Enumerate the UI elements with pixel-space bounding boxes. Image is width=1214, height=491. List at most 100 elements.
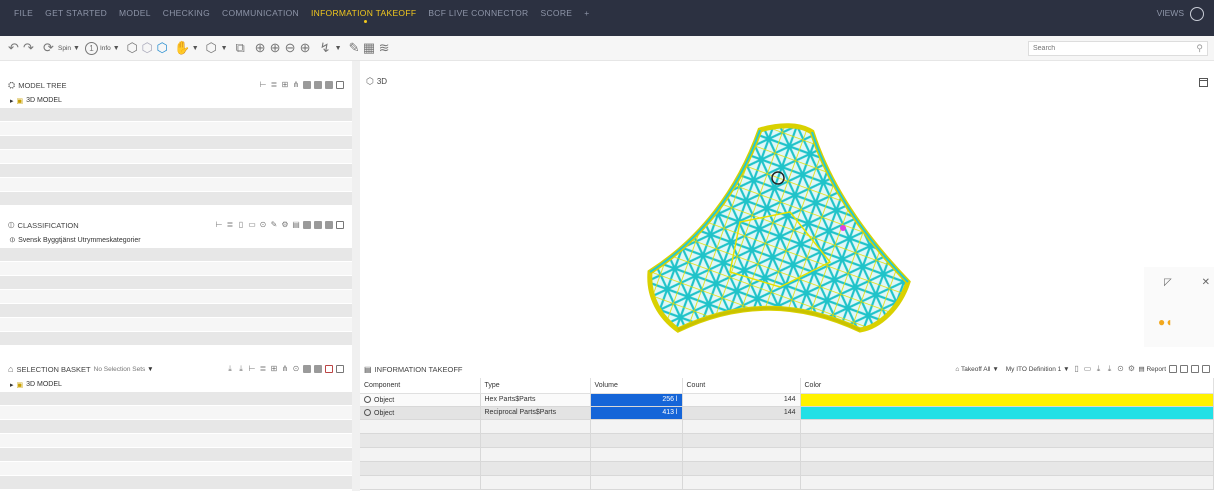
tree-list-icon[interactable]: ≣: [270, 81, 278, 89]
new-file-icon[interactable]: ▯: [237, 221, 245, 229]
menu-file[interactable]: FILE: [14, 0, 33, 31]
table-row[interactable]: Object Hex Parts$Parts 256 l 144: [360, 393, 1214, 407]
walk-camera-icon[interactable]: ●◖: [1158, 315, 1173, 329]
clear-icon[interactable]: [325, 365, 333, 373]
search-input[interactable]: [1033, 45, 1183, 52]
definition-dropdown[interactable]: My ITO Definition 1 ▼: [1006, 366, 1070, 373]
menu-communication[interactable]: COMMUNICATION: [222, 0, 299, 31]
3d-view[interactable]: ⬡ 3D ◸ ✕ ●◖: [360, 72, 1214, 352]
paint-icon[interactable]: ✎: [270, 221, 278, 229]
document-icon[interactable]: ▤: [292, 221, 300, 229]
menu-get-started[interactable]: GET STARTED: [45, 0, 107, 31]
tree-expand-icon[interactable]: ⊢: [248, 365, 256, 373]
target-icon[interactable]: ⊙: [259, 221, 267, 229]
tree-filter-icon[interactable]: ⊞: [281, 81, 289, 89]
undo-icon[interactable]: ↶: [6, 40, 21, 56]
row-radio[interactable]: [364, 408, 371, 416]
new-file-icon[interactable]: ▯: [1073, 365, 1081, 373]
zoom-window-icon[interactable]: ⊕: [298, 40, 313, 56]
column-header-type[interactable]: Type: [480, 378, 591, 394]
color-cell[interactable]: [800, 406, 1214, 420]
views-icon[interactable]: [1190, 7, 1204, 21]
chevron-down-icon[interactable]: ▼: [192, 45, 199, 52]
cube-select-icon[interactable]: ⬡: [155, 40, 170, 56]
menu-information-takeoff[interactable]: INFORMATION TAKEOFF: [311, 0, 416, 31]
takeoff-all-button[interactable]: ⌂ Takeoff All ▼: [955, 366, 998, 373]
expand-arrow-icon[interactable]: ▸: [10, 97, 14, 105]
maximize-icon[interactable]: [1202, 365, 1210, 373]
expand-arrow-icon[interactable]: ▸: [10, 381, 14, 389]
report-button[interactable]: ▤ Report: [1139, 365, 1166, 373]
classification-action-icon[interactable]: [325, 221, 333, 229]
column-header-count[interactable]: Count: [682, 378, 801, 394]
settings-icon[interactable]: ⚙: [281, 221, 289, 229]
menu-model[interactable]: MODEL: [119, 0, 151, 31]
takeoff-action-icon[interactable]: [1180, 365, 1188, 373]
export-icon[interactable]: ⤓: [237, 365, 245, 373]
panel-divider[interactable]: [352, 61, 360, 491]
menu-score[interactable]: SCORE: [541, 0, 573, 31]
zoom-in-icon[interactable]: ⊕: [268, 40, 283, 56]
tree-action-icon[interactable]: [325, 81, 333, 89]
export-icon[interactable]: ⤓: [1106, 365, 1114, 373]
basket-action-icon[interactable]: [303, 365, 311, 373]
select-objects-icon[interactable]: ⬡: [125, 40, 140, 56]
section-box-icon[interactable]: ⧉: [233, 40, 248, 56]
maximize-icon[interactable]: [336, 365, 344, 373]
3d-model[interactable]: [360, 72, 1214, 352]
tree-node[interactable]: ▸ ▣ 3D MODEL: [0, 378, 352, 392]
tree-action-icon[interactable]: [314, 81, 322, 89]
import-icon[interactable]: ⤓: [226, 365, 234, 373]
select-similar-icon[interactable]: ⬡: [140, 40, 155, 56]
maximize-icon[interactable]: [336, 221, 344, 229]
menu-bcf-live-connector[interactable]: BCF LIVE CONNECTOR: [428, 0, 528, 31]
row-radio[interactable]: [364, 395, 371, 403]
measure-icon[interactable]: ↯: [318, 40, 333, 56]
tree-action-icon[interactable]: [303, 81, 311, 89]
import-icon[interactable]: ⤓: [1095, 365, 1103, 373]
settings-icon[interactable]: ⚙: [1128, 365, 1136, 373]
color-cell[interactable]: [800, 393, 1214, 407]
tree-expand-icon[interactable]: ⊢: [215, 221, 223, 229]
tree-hierarchy-icon[interactable]: ⋔: [281, 365, 289, 373]
column-header-color[interactable]: Color: [800, 378, 1214, 394]
tree-filter-icon[interactable]: ⊞: [270, 365, 278, 373]
spin-button[interactable]: ⟳ Spin ▼: [41, 40, 80, 56]
open-folder-icon[interactable]: ▭: [1084, 365, 1092, 373]
menu-add-tab[interactable]: +: [584, 0, 589, 31]
column-header-component[interactable]: Component: [360, 378, 481, 394]
classification-item[interactable]: ⦶ Svensk Byggtjänst Utrymmeskategorier: [0, 234, 352, 248]
tree-list-icon[interactable]: ≣: [226, 221, 234, 229]
takeoff-action-icon[interactable]: [1191, 365, 1199, 373]
classification-action-icon[interactable]: [303, 221, 311, 229]
views-label[interactable]: VIEWS: [1157, 8, 1184, 18]
search-icon[interactable]: ⚲: [1196, 43, 1203, 54]
classification-action-icon[interactable]: [314, 221, 322, 229]
column-header-volume[interactable]: Volume: [590, 378, 683, 394]
search-box[interactable]: ⚲: [1028, 41, 1208, 56]
tree-node[interactable]: ▸ ▣ 3D MODEL: [0, 94, 352, 108]
info-button[interactable]: 1 Info ▼: [84, 41, 120, 55]
open-folder-icon[interactable]: ▭: [248, 221, 256, 229]
zoom-fit-icon[interactable]: ⊕: [253, 40, 268, 56]
table-row[interactable]: Object Reciprocal Parts$Parts 413 l 144: [360, 406, 1214, 420]
selection-sets-dropdown[interactable]: No Selection Sets ▼: [94, 366, 154, 373]
zoom-out-icon[interactable]: ⊖: [283, 40, 298, 56]
target-icon[interactable]: ⊙: [292, 365, 300, 373]
maximize-icon[interactable]: [336, 81, 344, 89]
layers-icon[interactable]: ≋: [377, 40, 392, 56]
hand-icon[interactable]: ✋: [174, 40, 190, 56]
takeoff-action-icon[interactable]: [1169, 365, 1177, 373]
view-cube-icon[interactable]: ⬡: [204, 40, 219, 56]
chevron-down-icon[interactable]: ▼: [335, 45, 342, 52]
redo-icon[interactable]: ↷: [21, 40, 36, 56]
tree-list-icon[interactable]: ≣: [259, 365, 267, 373]
menu-checking[interactable]: CHECKING: [163, 0, 210, 31]
triangle-nav-icon[interactable]: ◸: [1164, 277, 1172, 288]
tree-expand-icon[interactable]: ⊢: [259, 81, 267, 89]
markup-icon[interactable]: ✎: [347, 40, 362, 56]
map-icon[interactable]: ▦: [362, 40, 377, 56]
target-icon[interactable]: ⊙: [1117, 365, 1125, 373]
close-nav-icon[interactable]: ✕: [1202, 277, 1210, 288]
tree-hierarchy-icon[interactable]: ⋔: [292, 81, 300, 89]
